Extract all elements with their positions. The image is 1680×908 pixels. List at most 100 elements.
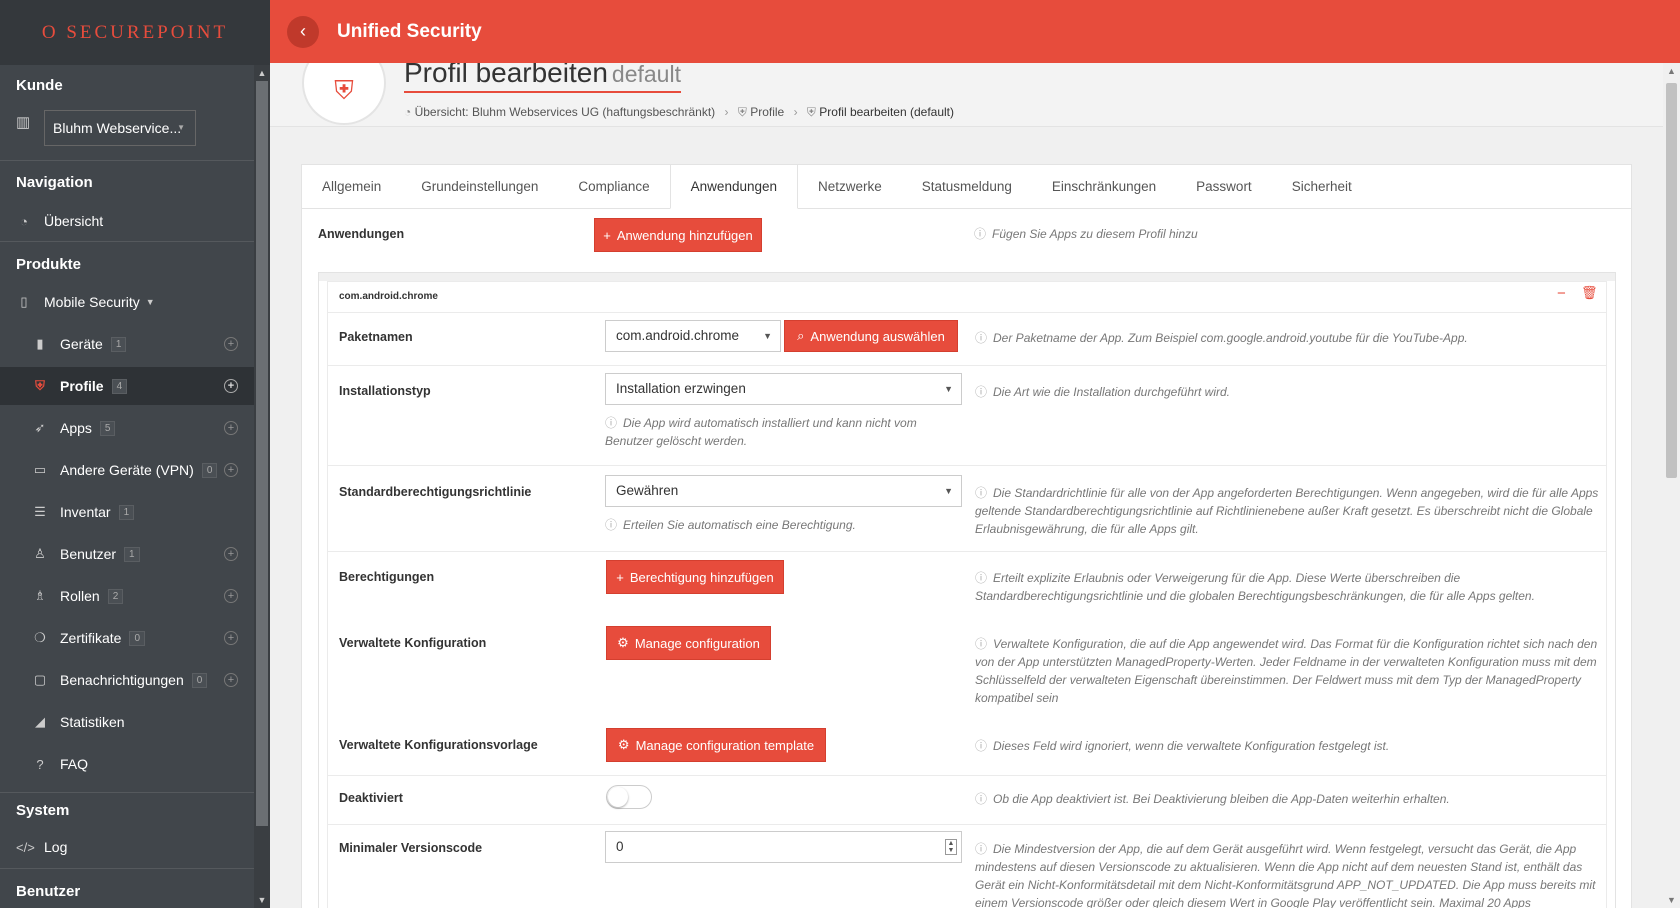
- tab-bar: Allgemein Grundeinstellungen Compliance …: [302, 165, 1631, 209]
- permission-policy-label: Standardberechtigungsrichtlinie: [339, 485, 532, 499]
- app-window: O SECUREPOINT Kunde ▥ Bluhm Webservice..…: [0, 0, 1680, 908]
- certificate-icon: ❍: [34, 630, 46, 645]
- sidebar-item-mobile-security[interactable]: ▯ Mobile Security ▼: [0, 283, 254, 321]
- count-badge: 0: [129, 630, 146, 646]
- app-package-title: com.android.chrome: [339, 291, 438, 302]
- shield-icon: ⛨: [737, 105, 747, 119]
- add-circle-icon[interactable]: +: [224, 589, 238, 603]
- system-heading: System: [16, 802, 70, 819]
- info-icon: ⓘ: [974, 227, 987, 241]
- add-circle-icon[interactable]: +: [224, 337, 238, 351]
- add-circle-icon[interactable]: +: [224, 421, 238, 435]
- tab-password[interactable]: Passwort: [1176, 165, 1272, 208]
- add-circle-icon[interactable]: +: [224, 547, 238, 561]
- laptop-icon: ▭: [33, 462, 47, 477]
- managed-config-template-hint: ⓘ Dieses Feld wird ignoriert, wenn die ve…: [975, 739, 1390, 753]
- products-heading: Produkte: [16, 256, 82, 273]
- install-type-sub-hint: ⓘ Die App wird automatisch installiert un…: [605, 416, 917, 448]
- sidebar-item-other-devices[interactable]: ▭ Andere Geräte (VPN) 0 +: [0, 451, 254, 489]
- install-type-label: Installationstyp: [339, 384, 431, 398]
- add-circle-icon[interactable]: +: [224, 379, 238, 393]
- building-icon: ▥: [16, 114, 31, 131]
- sidebar-item-devices[interactable]: ▮ Geräte 1 +: [0, 325, 254, 363]
- scroll-down-icon[interactable]: ▼: [254, 892, 270, 908]
- sidebar-item-faq[interactable]: ? FAQ: [0, 745, 254, 783]
- shield-icon: ⛨: [806, 105, 816, 119]
- scroll-down-icon[interactable]: ▼: [1663, 892, 1680, 908]
- managed-config-hint: ⓘ Verwaltete Konfiguration, die auf die A…: [975, 637, 1598, 705]
- disabled-toggle[interactable]: [606, 785, 652, 809]
- add-circle-icon[interactable]: +: [224, 631, 238, 645]
- permissions-label: Berechtigungen: [339, 570, 435, 584]
- main-scrollbar[interactable]: ▲ ▼: [1663, 63, 1680, 908]
- sidebar-item-overview[interactable]: ◔ Übersicht: [0, 202, 254, 240]
- user-icon: ♙: [34, 546, 46, 561]
- page-title: Profil bearbeiten default: [404, 63, 681, 93]
- tab-networks[interactable]: Netzwerke: [798, 165, 902, 208]
- search-icon: ⌕: [797, 328, 805, 343]
- add-circle-icon[interactable]: +: [224, 673, 238, 687]
- scroll-up-icon[interactable]: ▲: [254, 65, 270, 81]
- tab-security[interactable]: Sicherheit: [1272, 165, 1372, 208]
- package-name-label: Paketnamen: [339, 330, 413, 344]
- min-version-label: Minimaler Versionscode: [339, 841, 483, 855]
- sidebar-item-certificates[interactable]: ❍ Zertifikate 0 +: [0, 619, 254, 657]
- mobile-icon: ▯: [20, 294, 28, 309]
- tab-compliance[interactable]: Compliance: [558, 165, 669, 208]
- count-badge: 1: [118, 504, 135, 520]
- tab-applications[interactable]: Anwendungen: [669, 165, 798, 209]
- permissions-hint: ⓘ Erteilt explizite Erlaubnis oder Verwei…: [975, 571, 1535, 603]
- collapse-icon[interactable]: −: [1557, 285, 1566, 302]
- add-circle-icon[interactable]: +: [224, 463, 238, 477]
- breadcrumb-overview[interactable]: Übersicht: Bluhm Webservices UG (haftung…: [415, 105, 716, 119]
- breadcrumb-profiles[interactable]: Profile: [750, 105, 784, 119]
- dashboard-icon: ◔: [404, 105, 412, 119]
- count-badge: 0: [201, 462, 218, 478]
- min-version-input[interactable]: 0 ▲ ▼: [605, 831, 962, 863]
- manage-configuration-button[interactable]: ⚙ Manage configuration: [606, 626, 771, 660]
- sidebar-item-apps[interactable]: ➶ Apps 5 +: [0, 409, 254, 447]
- package-name-select[interactable]: com.android.chrome ▼: [605, 320, 781, 352]
- scroll-up-icon[interactable]: ▲: [1663, 63, 1680, 79]
- install-type-select[interactable]: Installation erzwingen ▼: [605, 373, 962, 405]
- shield-icon: ⛨: [302, 63, 386, 125]
- customer-select[interactable]: Bluhm Webservice... ▼: [44, 110, 196, 146]
- sidebar: O SECUREPOINT Kunde ▥ Bluhm Webservice..…: [0, 0, 270, 908]
- tab-general[interactable]: Allgemein: [302, 165, 401, 208]
- managed-config-template-label: Verwaltete Konfigurationsvorlage: [339, 738, 538, 752]
- sidebar-scrollbar[interactable]: ▲ ▼: [254, 65, 270, 908]
- tab-restrictions[interactable]: Einschränkungen: [1032, 165, 1176, 208]
- sidebar-item-roles[interactable]: ♗ Rollen 2 +: [0, 577, 254, 615]
- help-icon: ?: [36, 756, 44, 772]
- sidebar-item-notifications[interactable]: ▢ Benachrichtigungen 0 +: [0, 661, 254, 699]
- sidebar-item-log[interactable]: </> Log: [0, 828, 254, 866]
- tab-status-report[interactable]: Statusmeldung: [902, 165, 1032, 208]
- trash-icon[interactable]: 🗑: [1581, 285, 1598, 301]
- count-badge: 2: [107, 588, 124, 604]
- sidebar-item-users[interactable]: ♙ Benutzer 1 +: [0, 535, 254, 573]
- install-type-hint: ⓘ Die Art wie die Installation durchgefüh…: [975, 385, 1231, 399]
- disabled-label: Deaktiviert: [339, 791, 403, 805]
- page-header: ⛨ Profil bearbeiten default ◔ Übersicht: …: [270, 63, 1663, 127]
- applications-label: Anwendungen: [318, 227, 405, 241]
- permission-policy-select[interactable]: Gewähren ▼: [605, 475, 962, 507]
- select-application-button[interactable]: ⌕ Anwendung auswählen: [784, 320, 958, 352]
- manage-configuration-template-button[interactable]: ⚙ Manage configuration template: [606, 728, 826, 762]
- add-application-button[interactable]: + Anwendung hinzufügen: [594, 218, 762, 252]
- count-badge: 5: [99, 420, 116, 436]
- permission-policy-sub-hint: ⓘ Erteilen Sie automatisch eine Berechtig…: [605, 518, 856, 532]
- back-button[interactable]: ‹: [287, 15, 319, 48]
- sidebar-item-statistics[interactable]: ◢ Statistiken: [0, 703, 254, 741]
- tab-basic-settings[interactable]: Grundeinstellungen: [401, 165, 558, 208]
- plus-icon: +: [603, 227, 611, 243]
- sidebar-item-profiles[interactable]: ⛨ Profile 4 +: [0, 367, 254, 405]
- sidebar-item-inventory[interactable]: ☰ Inventar 1: [0, 493, 254, 531]
- rocket-icon: ➶: [34, 420, 46, 435]
- count-badge: 1: [110, 336, 127, 352]
- add-permission-button[interactable]: + Berechtigung hinzufügen: [606, 560, 784, 594]
- number-stepper-icon[interactable]: ▲ ▼: [945, 839, 957, 855]
- caret-down-icon: ▼: [763, 331, 772, 341]
- package-name-hint: ⓘ Der Paketname der App. Zum Beispiel com…: [975, 331, 1468, 345]
- top-bar: ‹ Unified Security: [270, 0, 1680, 63]
- count-badge: 0: [191, 672, 208, 688]
